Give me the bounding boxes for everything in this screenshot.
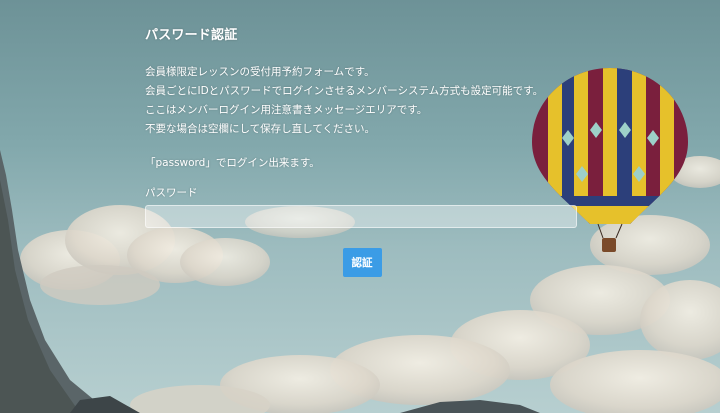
notice-line: 会員ごとにIDとパスワードでログインさせるメンバーシステム方式も設定可能です。 xyxy=(145,85,544,97)
password-field[interactable] xyxy=(145,205,577,228)
notice-area: 会員様限定レッスンの受付用予約フォームです。 会員ごとにIDとパスワードでログイ… xyxy=(145,63,577,139)
notice-line: 不要な場合は空欄にして保存し直してください。 xyxy=(145,123,376,135)
notice-line: ここはメンバーログイン用注意書きメッセージエリアです。 xyxy=(145,104,428,116)
button-row: 認証 xyxy=(145,248,577,277)
password-label: パスワード xyxy=(145,187,198,199)
login-hint: 「password」でログイン出来ます。 xyxy=(145,157,320,169)
notice-line: 会員様限定レッスンの受付用予約フォームです。 xyxy=(145,66,375,78)
authenticate-button[interactable]: 認証 xyxy=(342,248,382,277)
page-title: パスワード認証 xyxy=(145,28,238,43)
login-panel: パスワード認証 会員様限定レッスンの受付用予約フォームです。 会員ごとにIDとパ… xyxy=(145,24,577,277)
